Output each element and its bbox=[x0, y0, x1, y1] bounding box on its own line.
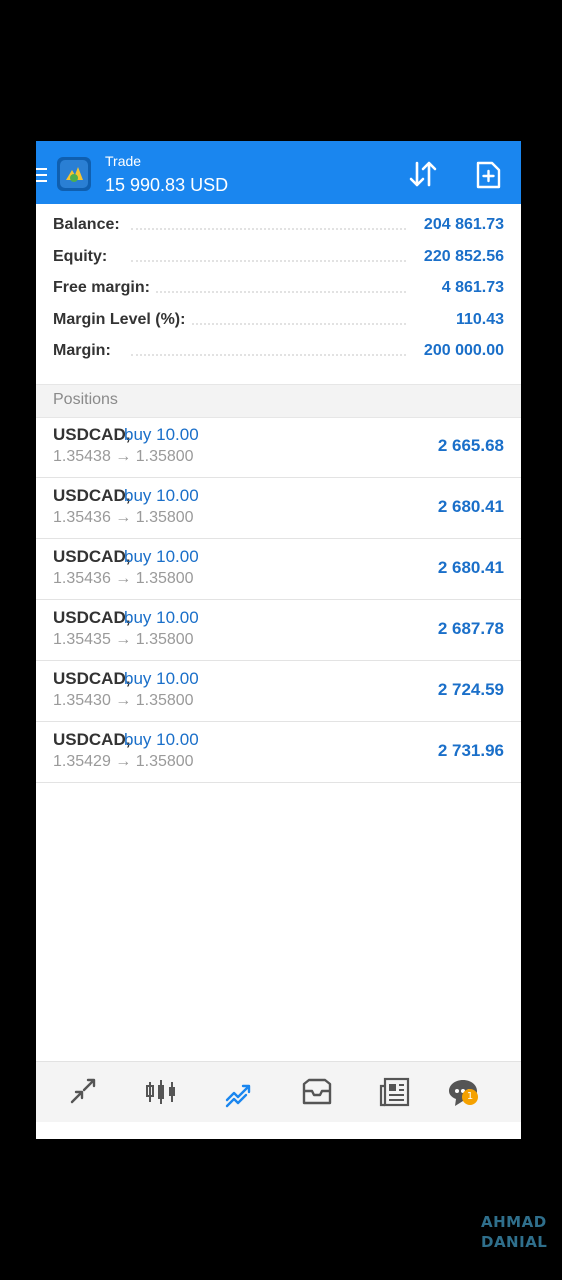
phone-screen: Trade 15 990.83 USD Balance: 204 861.73 … bbox=[36, 141, 521, 1139]
positions-header-label: Positions bbox=[53, 391, 118, 408]
position-profit: 2 680.41 bbox=[437, 558, 504, 577]
position-row[interactable]: USDCAD, buy 10.00 1.35438 → 1.35800 2 66… bbox=[36, 417, 521, 478]
summary-label: Margin Level (%): bbox=[53, 310, 192, 329]
position-direction: buy 10.00 bbox=[124, 547, 199, 566]
positions-list: USDCAD, buy 10.00 1.35438 → 1.35800 2 66… bbox=[36, 417, 521, 783]
position-prices: 1.35438 → 1.35800 bbox=[53, 448, 194, 465]
menu-icon[interactable] bbox=[36, 168, 47, 182]
position-symbol: USDCAD, bbox=[53, 547, 131, 566]
position-direction: buy 10.00 bbox=[124, 669, 199, 688]
summary-row-free-margin: Free margin: 4 861.73 bbox=[36, 279, 521, 311]
account-summary: Balance: 204 861.73 Equity: 220 852.56 F… bbox=[36, 216, 521, 374]
summary-value: 204 861.73 bbox=[417, 216, 504, 234]
position-symbol: USDCAD, bbox=[53, 486, 131, 505]
trade-icon[interactable] bbox=[222, 1076, 256, 1108]
chart-icon[interactable] bbox=[144, 1076, 178, 1108]
history-icon[interactable] bbox=[300, 1076, 334, 1108]
summary-row-margin-level: Margin Level (%): 110.43 bbox=[36, 310, 521, 343]
position-direction: buy 10.00 bbox=[124, 486, 199, 505]
app-bar: Trade 15 990.83 USD bbox=[36, 141, 521, 204]
position-row[interactable]: USDCAD, buy 10.00 1.35436 → 1.35800 2 68… bbox=[36, 539, 521, 600]
position-prices: 1.35436 → 1.35800 bbox=[53, 570, 194, 587]
positions-header: Positions bbox=[36, 384, 521, 418]
position-row[interactable]: USDCAD, buy 10.00 1.35430 → 1.35800 2 72… bbox=[36, 661, 521, 722]
position-profit: 2 680.41 bbox=[437, 497, 504, 516]
sort-icon[interactable] bbox=[407, 159, 439, 189]
summary-value: 4 861.73 bbox=[435, 279, 504, 297]
position-profit: 2 724.59 bbox=[437, 680, 504, 699]
position-row[interactable]: USDCAD, buy 10.00 1.35429 → 1.35800 2 73… bbox=[36, 722, 521, 783]
position-prices: 1.35430 → 1.35800 bbox=[53, 692, 194, 709]
summary-row-margin: Margin: 200 000.00 bbox=[36, 342, 521, 374]
summary-row-balance: Balance: 204 861.73 bbox=[36, 216, 521, 248]
position-symbol: USDCAD, bbox=[53, 425, 131, 444]
quotes-icon[interactable] bbox=[66, 1076, 100, 1108]
app-logo-icon bbox=[57, 157, 91, 191]
summary-row-equity: Equity: 220 852.56 bbox=[36, 247, 521, 280]
position-direction: buy 10.00 bbox=[124, 425, 199, 444]
summary-value: 220 852.56 bbox=[417, 247, 504, 266]
bottom-navigation: 1 bbox=[36, 1061, 521, 1122]
position-prices: 1.35435 → 1.35800 bbox=[53, 631, 194, 648]
watermark: AHMAD DANIAL bbox=[481, 1212, 548, 1252]
summary-label: Balance: bbox=[53, 216, 126, 234]
summary-label: Margin: bbox=[53, 342, 117, 360]
position-prices: 1.35436 → 1.35800 bbox=[53, 509, 194, 526]
chat-badge: 1 bbox=[462, 1089, 478, 1105]
summary-value: 110.43 bbox=[449, 310, 504, 329]
news-icon[interactable] bbox=[378, 1076, 412, 1108]
position-row[interactable]: USDCAD, buy 10.00 1.35435 → 1.35800 2 68… bbox=[36, 600, 521, 661]
summary-label: Equity: bbox=[53, 247, 114, 266]
watermark-line2: DANIAL bbox=[481, 1233, 548, 1251]
position-direction: buy 10.00 bbox=[124, 608, 199, 627]
page-title: Trade bbox=[105, 153, 142, 169]
summary-label: Free margin: bbox=[53, 279, 156, 297]
new-order-icon[interactable] bbox=[475, 160, 502, 190]
position-symbol: USDCAD, bbox=[53, 608, 131, 627]
position-profit: 2 731.96 bbox=[437, 741, 504, 760]
position-symbol: USDCAD, bbox=[53, 669, 131, 688]
position-profit: 2 687.78 bbox=[437, 619, 504, 638]
position-symbol: USDCAD, bbox=[53, 730, 131, 749]
account-balance: 15 990.83 USD bbox=[105, 175, 229, 195]
watermark-line1: AHMAD bbox=[481, 1213, 547, 1231]
position-row[interactable]: USDCAD, buy 10.00 1.35436 → 1.35800 2 68… bbox=[36, 478, 521, 539]
summary-value: 200 000.00 bbox=[417, 342, 504, 360]
position-prices: 1.35429 → 1.35800 bbox=[53, 753, 194, 770]
position-profit: 2 665.68 bbox=[437, 436, 504, 455]
position-direction: buy 10.00 bbox=[124, 730, 199, 749]
